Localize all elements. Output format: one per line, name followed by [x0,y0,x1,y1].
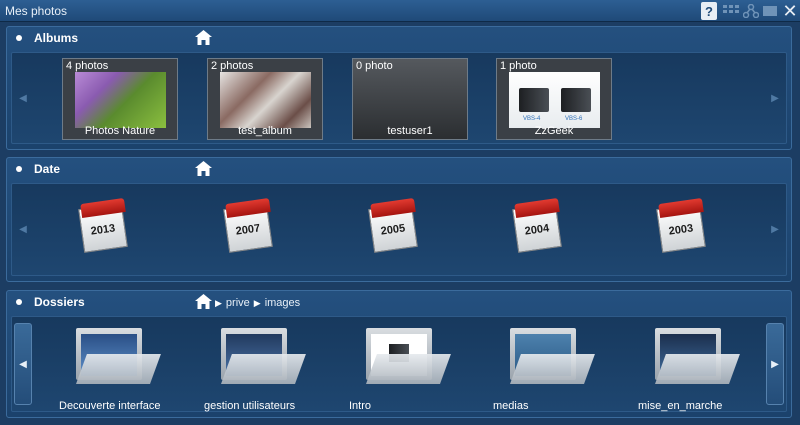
folder-flap [76,354,161,384]
bullet-icon [16,35,22,41]
folder-flap [655,354,740,384]
dossiers-prev-button[interactable]: ◀ [14,323,32,405]
albums-prev-button[interactable]: ◀ [14,53,32,143]
albums-section: Albums ◀ 4 photos Photos Nature 2 photos… [6,26,792,150]
album-card[interactable]: 2 photos test_album [207,58,323,140]
album-count: 4 photos [66,60,109,72]
window-title: Mes photos [5,4,68,18]
album-thumbnail [75,72,166,128]
date-section: Date ◀ 2013 2007 2005 2004 2003 ▶ [6,157,792,282]
folder-item[interactable]: Intro [349,322,469,414]
album-thumbnail: VBS-4 VBS-6 [509,72,600,128]
network-icon[interactable] [742,2,760,20]
folder-item[interactable]: mise_en_marche [638,322,758,414]
breadcrumb-arrow-icon: ▶ [253,297,261,308]
help-button[interactable]: ? [701,2,717,20]
folder-name: Decouverte interface [59,400,161,412]
bullet-icon [16,166,22,172]
album-count: 2 photos [211,60,254,72]
server-caption: VBS-6 [565,116,583,122]
title-bar: Mes photos ? ✕ [0,0,800,22]
folder-item[interactable]: medias [493,322,613,414]
albums-header: Albums [7,27,791,49]
home-icon[interactable] [195,30,212,45]
folder-name: Intro [349,400,372,412]
album-count: 0 photo [356,60,393,72]
album-name: testuser1 [387,125,433,137]
album-count: 1 photo [500,60,537,72]
server-image [561,88,591,112]
date-next-button[interactable]: ▶ [766,184,784,275]
dossiers-section: Dossiers ▶ prive ▶ images ◀ Decouverte i… [6,290,792,418]
folder-flap [510,354,595,384]
home-icon[interactable] [195,294,212,309]
albums-next-button[interactable]: ▶ [766,53,784,143]
album-thumbnail [220,72,311,128]
album-name: test_album [238,125,292,137]
breadcrumb-item[interactable]: prive [226,297,250,309]
breadcrumb-arrow-icon: ▶ [215,297,222,308]
home-icon[interactable] [195,161,212,176]
calendar-year-item[interactable]: 2007 [223,196,277,254]
calendar-year-item[interactable]: 2005 [368,196,422,254]
close-button[interactable]: ✕ [781,1,799,21]
album-name: ZzGeek [534,125,574,137]
bullet-icon [16,299,22,305]
dossiers-title: Dossiers [34,295,85,309]
date-prev-button[interactable]: ◀ [14,184,32,275]
folder-flap [366,354,451,384]
albums-panel: ◀ 4 photos Photos Nature 2 photos test_a… [11,52,787,144]
calendar-year-item[interactable]: 2013 [78,196,132,254]
calendar-year-item[interactable]: 2003 [656,196,710,254]
date-header: Date [7,158,791,180]
folder-name: gestion utilisateurs [204,400,296,412]
dossiers-panel: ◀ Decouverte interface gestion utilisate… [11,316,787,412]
date-title: Date [34,162,61,176]
folder-item[interactable]: Decouverte interface [59,322,179,414]
breadcrumb-item[interactable]: images [265,297,300,309]
server-image [519,88,549,112]
album-card[interactable]: 4 photos Photos Nature [62,58,178,140]
folder-name: mise_en_marche [638,400,723,412]
folder-name: medias [493,400,529,412]
dossiers-header: Dossiers ▶ prive ▶ images [7,291,791,313]
album-card[interactable]: 0 photo testuser1 [352,58,468,140]
grid-view-icon[interactable] [722,2,740,20]
dossiers-next-button[interactable]: ▶ [766,323,784,405]
date-panel: ◀ 2013 2007 2005 2004 2003 ▶ [11,183,787,276]
album-card[interactable]: 1 photo VBS-4 VBS-6 ZzGeek [496,58,612,140]
server-caption: VBS-4 [523,116,541,122]
albums-title: Albums [34,31,79,45]
album-name: Photos Nature [84,125,156,137]
folder-flap [221,354,306,384]
folder-item[interactable]: gestion utilisateurs [204,322,324,414]
calendar-year-item[interactable]: 2004 [512,196,566,254]
breadcrumb: ▶ prive ▶ images [215,297,300,309]
minimize-icon[interactable] [762,2,778,20]
